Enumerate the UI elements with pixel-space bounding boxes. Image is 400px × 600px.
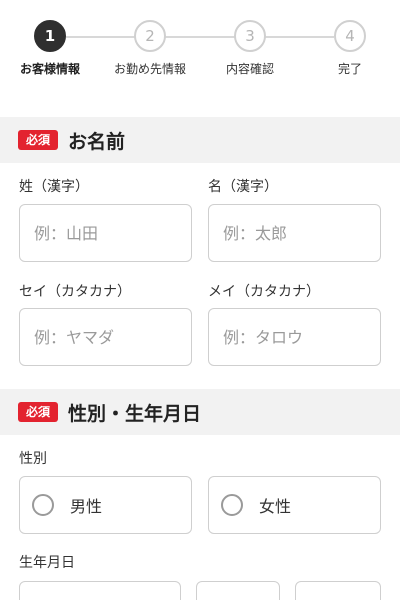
name-section-title: お名前 <box>68 130 126 153</box>
gender-option-male[interactable]: 男性 <box>19 476 192 534</box>
last-name-kanji-label: 姓（漢字） <box>19 179 89 195</box>
step-1: 1 お客様情報 <box>0 20 100 77</box>
gender-option-label: 女性 <box>259 497 292 516</box>
gender-birthdate-section-header: 必須 性別・生年月日 <box>0 389 400 435</box>
gender-option-label: 男性 <box>70 497 103 516</box>
step-1-circle: 1 <box>34 20 66 52</box>
birth-day-select[interactable] <box>295 581 381 600</box>
gender-option-female[interactable]: 女性 <box>208 476 381 534</box>
birth-month-select[interactable] <box>196 581 280 600</box>
radio-icon <box>221 494 243 516</box>
gender-birthdate-section-title: 性別・生年月日 <box>68 402 202 425</box>
radio-icon <box>32 494 54 516</box>
name-section-header: 必須 お名前 <box>0 117 400 163</box>
step-2-circle: 2 <box>134 20 166 52</box>
first-name-kana-label: メイ（カタカナ） <box>208 284 320 300</box>
progress-stepper: 1 お客様情報 2 お勤め先情報 3 内容確認 4 完了 <box>0 0 400 118</box>
step-2-label: お勤め先情報 <box>113 62 186 76</box>
gender-label: 性別 <box>19 451 47 467</box>
last-name-kana-label: セイ（カタカナ） <box>19 284 131 300</box>
birth-year-select[interactable] <box>19 581 181 600</box>
step-3: 3 内容確認 <box>200 20 300 77</box>
birthdate-label: 生年月日 <box>19 555 75 571</box>
step-4: 4 完了 <box>300 20 400 77</box>
first-name-kanji-label: 名（漢字） <box>208 179 278 195</box>
required-badge: 必須 <box>18 130 59 150</box>
first-name-kana-input[interactable] <box>208 308 381 366</box>
required-badge: 必須 <box>18 402 59 422</box>
step-4-circle: 4 <box>334 20 366 52</box>
first-name-kanji-input[interactable] <box>208 204 381 262</box>
step-1-label: お客様情報 <box>19 62 80 76</box>
step-4-label: 完了 <box>337 62 362 76</box>
step-3-circle: 3 <box>234 20 266 52</box>
last-name-kana-input[interactable] <box>19 308 192 366</box>
step-3-label: 内容確認 <box>225 62 274 76</box>
last-name-kanji-input[interactable] <box>19 204 192 262</box>
step-2: 2 お勤め先情報 <box>100 20 200 77</box>
